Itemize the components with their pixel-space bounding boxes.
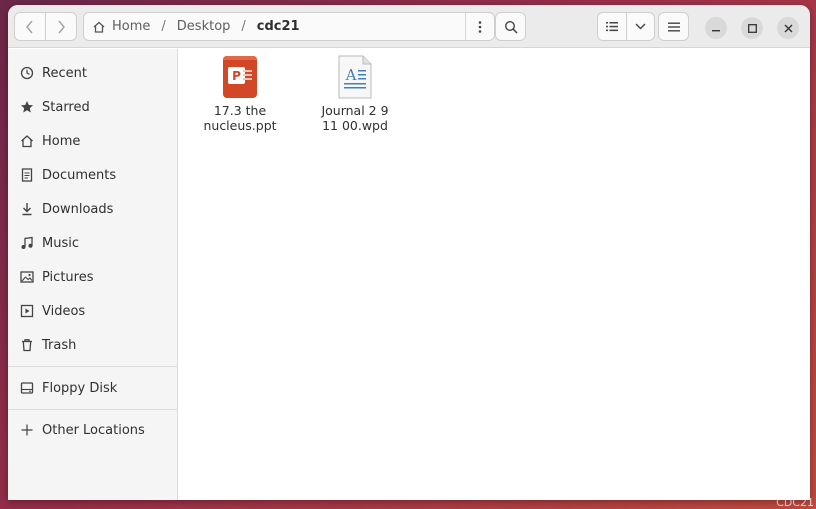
chevron-down-icon <box>635 23 646 30</box>
text-document-file-icon: A <box>338 55 372 99</box>
sidebar-item-pictures[interactable]: Pictures <box>8 262 178 292</box>
hamburger-menu-icon <box>667 22 680 31</box>
breadcrumb-home[interactable]: Home <box>84 19 152 34</box>
svg-text:A: A <box>345 66 357 84</box>
sidebar-divider <box>8 409 178 410</box>
sidebar-item-downloads[interactable]: Downloads <box>8 194 178 224</box>
back-button[interactable] <box>14 12 46 41</box>
maximize-button[interactable] <box>741 17 763 39</box>
sidebar-item-other-locations[interactable]: Other Locations <box>8 415 178 445</box>
pathbar: Home / Desktop / cdc21 <box>83 12 495 41</box>
main-menu-button[interactable] <box>658 12 689 41</box>
star-icon <box>20 100 34 114</box>
sidebar-item-label: Trash <box>42 337 77 353</box>
list-view-icon <box>606 22 618 32</box>
path-menu-button[interactable] <box>465 13 494 40</box>
file-item[interactable]: P 17.3 the nucleus.ppt <box>190 55 290 133</box>
breadcrumb-desktop[interactable]: Desktop <box>175 19 233 34</box>
home-icon <box>20 134 34 148</box>
sidebar-item-trash[interactable]: Trash <box>8 330 178 360</box>
breadcrumb-label: Home <box>112 19 151 34</box>
trash-icon <box>20 338 34 352</box>
presentation-file-icon: P <box>223 56 257 98</box>
close-button[interactable] <box>777 17 799 39</box>
sidebar-item-floppy-disk[interactable]: Floppy Disk <box>8 373 178 403</box>
sidebar-item-recent[interactable]: Recent <box>8 58 178 88</box>
video-icon <box>20 304 34 318</box>
breadcrumb-current[interactable]: cdc21 <box>255 19 302 34</box>
download-icon <box>20 202 34 216</box>
list-view-button[interactable] <box>597 12 627 41</box>
plus-icon <box>20 423 34 437</box>
close-icon <box>784 24 792 32</box>
minimize-icon <box>712 30 720 32</box>
sidebar-item-label: Recent <box>42 65 87 81</box>
minimize-button[interactable] <box>705 17 727 39</box>
home-icon <box>93 21 105 33</box>
chevron-right-icon <box>58 20 65 33</box>
sidebar-item-music[interactable]: Music <box>8 228 178 258</box>
forward-button[interactable] <box>45 12 77 41</box>
breadcrumb-separator: / <box>161 19 166 34</box>
search-icon <box>504 20 518 34</box>
view-options-button[interactable] <box>626 12 655 41</box>
sidebar: Recent Starred Home Documents Downloads … <box>8 49 178 500</box>
svg-text:P: P <box>232 69 241 83</box>
drive-icon <box>20 381 34 395</box>
maximize-icon <box>747 23 757 33</box>
clock-icon <box>20 66 34 80</box>
sidebar-item-starred[interactable]: Starred <box>8 92 178 122</box>
breadcrumb-separator: / <box>241 19 246 34</box>
picture-icon <box>20 270 34 284</box>
sidebar-item-documents[interactable]: Documents <box>8 160 178 190</box>
music-icon <box>20 236 34 250</box>
file-manager-window: Home / Desktop / cdc21 Recent Starred Ho… <box>8 5 810 500</box>
document-icon <box>20 168 34 182</box>
sidebar-item-label: Downloads <box>42 201 114 217</box>
sidebar-item-label: Videos <box>42 303 86 319</box>
sidebar-item-label: Floppy Disk <box>42 380 118 396</box>
sidebar-item-label: Music <box>42 235 79 251</box>
sidebar-item-label: Home <box>42 133 81 149</box>
file-name: 17.3 the nucleus.ppt <box>203 103 277 133</box>
sidebar-item-label: Pictures <box>42 269 94 285</box>
sidebar-divider <box>8 366 178 367</box>
headerbar: Home / Desktop / cdc21 <box>8 5 810 48</box>
sidebar-item-label: Documents <box>42 167 117 183</box>
file-item[interactable]: A Journal 2 9 11 00.wpd <box>305 55 405 133</box>
vertical-dots-icon <box>478 20 482 33</box>
chevron-left-icon <box>26 20 33 33</box>
sidebar-item-videos[interactable]: Videos <box>8 296 178 326</box>
sidebar-item-label: Other Locations <box>42 422 145 438</box>
file-view: P 17.3 the nucleus.ppt A Journal 2 9 11 … <box>179 49 810 500</box>
sidebar-item-home[interactable]: Home <box>8 126 178 156</box>
search-button[interactable] <box>495 12 526 41</box>
file-name: Journal 2 9 11 00.wpd <box>321 103 389 133</box>
sidebar-item-label: Starred <box>42 99 90 115</box>
